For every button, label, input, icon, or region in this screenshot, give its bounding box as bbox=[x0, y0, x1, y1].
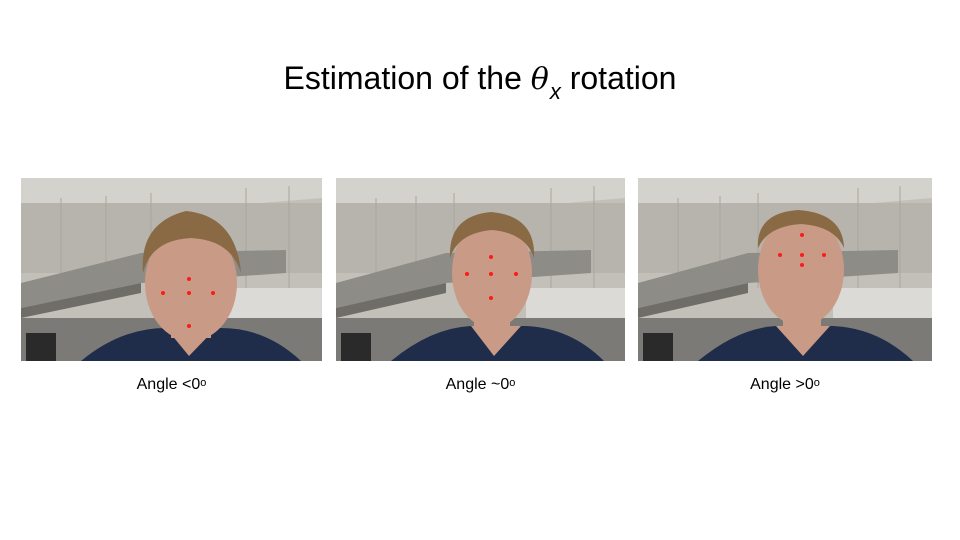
caption-text: Angle <0 bbox=[136, 376, 201, 393]
webcam-photo-angle-negative bbox=[21, 178, 322, 361]
degree-superscript: o bbox=[813, 377, 820, 389]
webcam-photo-angle-positive bbox=[638, 178, 932, 361]
webcam-photo-angle-zero bbox=[336, 178, 625, 361]
degree-superscript: o bbox=[509, 377, 516, 389]
caption-angle-positive: Angle >0o bbox=[638, 375, 932, 395]
title-subscript: x bbox=[549, 79, 561, 104]
slide-title: Estimation of the θx rotation bbox=[0, 56, 960, 104]
title-suffix: rotation bbox=[569, 60, 677, 96]
caption-text: Angle ~0 bbox=[445, 376, 510, 393]
title-symbol-theta: θ bbox=[530, 62, 549, 97]
degree-superscript: o bbox=[200, 377, 207, 389]
caption-angle-negative: Angle <0o bbox=[21, 375, 322, 395]
caption-angle-zero: Angle ~0o bbox=[336, 375, 625, 395]
caption-text: Angle >0 bbox=[750, 376, 814, 393]
title-prefix: Estimation of the bbox=[283, 60, 522, 96]
